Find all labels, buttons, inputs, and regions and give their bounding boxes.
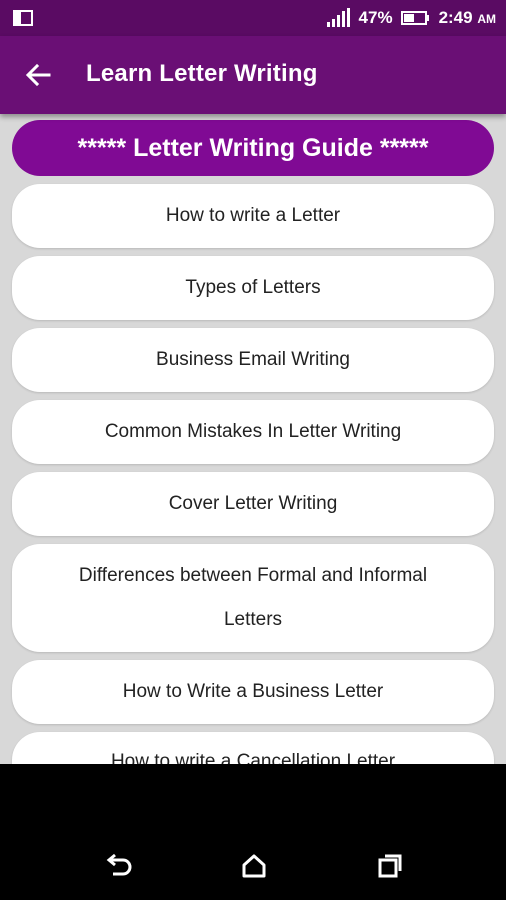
menu-item-types-of-letters[interactable]: Types of Letters: [12, 256, 494, 320]
menu-item-business-letter[interactable]: How to Write a Business Letter: [12, 660, 494, 724]
clock-ampm: AM: [477, 12, 496, 26]
menu-item-label: Business Email Writing: [156, 349, 350, 370]
signal-icon: [326, 8, 350, 27]
status-bar: 47% 2:49 AM: [0, 0, 506, 36]
menu-item-how-to-write-a-letter[interactable]: How to write a Letter: [12, 184, 494, 248]
battery-percent: 47%: [358, 8, 393, 27]
menu-item-label: Differences between Formal and Informal …: [78, 565, 428, 630]
menu-item-label: How to write a Letter: [165, 205, 341, 226]
app-bar: Learn Letter Writing: [0, 36, 506, 114]
menu-item-label: Cover Letter Writing: [168, 493, 338, 514]
content-list: ***** Letter Writing Guide ***** How to …: [0, 114, 506, 764]
guide-header: ***** Letter Writing Guide *****: [12, 120, 494, 176]
back-button[interactable]: [18, 58, 58, 92]
nav-recents-button[interactable]: [372, 848, 408, 884]
menu-item-label: Common Mistakes In Letter Writing: [104, 421, 402, 442]
home-icon: [242, 854, 266, 878]
app-title: Learn Letter Writing: [86, 60, 318, 87]
menu-item-label: How to Write a Business Letter: [122, 681, 384, 702]
screen-icon: [13, 10, 33, 26]
menu-item-label: How to write a Cancellation Letter: [110, 751, 396, 764]
clock-time: 2:49: [438, 8, 473, 27]
nav-back-button[interactable]: [100, 848, 136, 884]
nav-home-button[interactable]: [236, 848, 272, 884]
menu-item-formal-informal-differences[interactable]: Differences between Formal and Informal …: [12, 544, 494, 652]
recents-icon: [378, 854, 402, 878]
menu-item-label: Types of Letters: [185, 277, 321, 298]
clock: 2:49 AM: [439, 8, 496, 28]
menu-item-common-mistakes[interactable]: Common Mistakes In Letter Writing: [12, 400, 494, 464]
status-indicators: 47% 2:49 AM: [325, 6, 496, 30]
menu-item-cancellation-letter[interactable]: How to write a Cancellation Letter: [12, 732, 494, 764]
menu-item-cover-letter-writing[interactable]: Cover Letter Writing: [12, 472, 494, 536]
menu-item-business-email-writing[interactable]: Business Email Writing: [12, 328, 494, 392]
back-icon: [106, 853, 132, 876]
battery-icon: [400, 11, 429, 25]
arrow-left-icon: [25, 63, 51, 87]
